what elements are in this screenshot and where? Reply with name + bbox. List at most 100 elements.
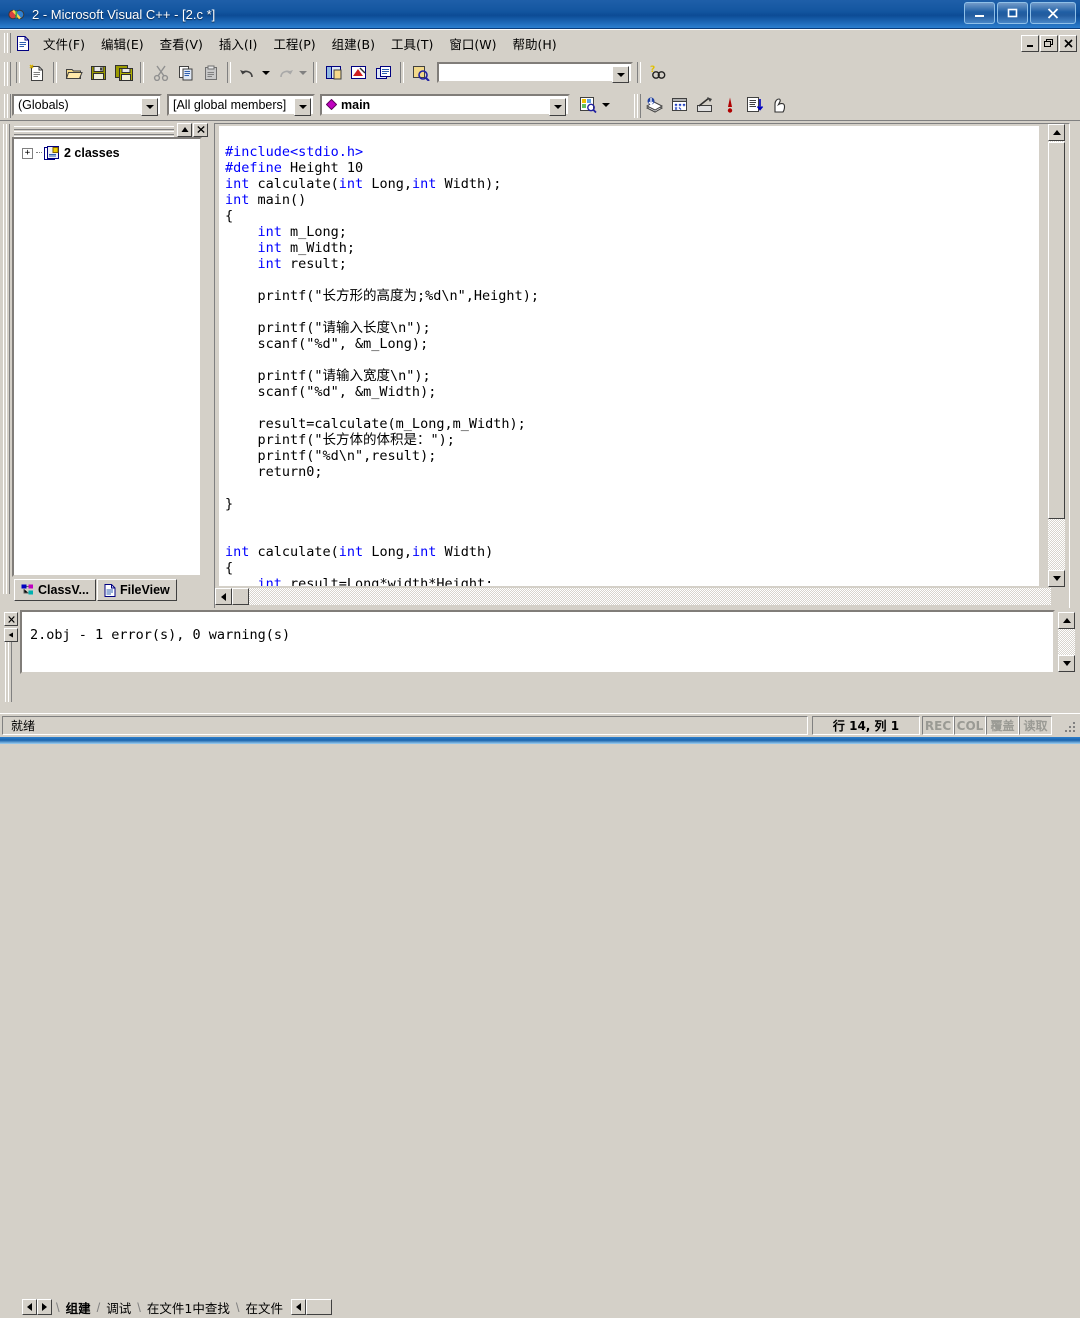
output-window-icon[interactable] bbox=[346, 61, 371, 85]
menu-item-build[interactable]: 组建(B) bbox=[325, 31, 382, 56]
hscroll-left-button[interactable] bbox=[215, 588, 232, 605]
output-tab-find-in-files-2[interactable]: 在文件 bbox=[240, 1298, 290, 1317]
workspace-splitter[interactable] bbox=[0, 121, 10, 608]
menu-item-tools[interactable]: 工具(T) bbox=[384, 31, 440, 56]
output-close-button[interactable] bbox=[4, 612, 18, 626]
code-editor[interactable]: #include<stdio.h> #define Height 10 int … bbox=[219, 126, 1039, 586]
insert-breakpoint-icon[interactable] bbox=[767, 93, 792, 117]
editor-vertical-scrollbar[interactable] bbox=[1048, 124, 1065, 587]
build-icon[interactable] bbox=[667, 93, 692, 117]
copy-icon[interactable] bbox=[173, 61, 198, 85]
status-message: 就绪 bbox=[2, 716, 808, 735]
fileview-icon bbox=[104, 583, 116, 597]
save-all-icon[interactable] bbox=[111, 61, 136, 85]
menu-drag-handle[interactable] bbox=[3, 33, 11, 53]
redo-icon[interactable] bbox=[272, 61, 297, 85]
stop-build-icon[interactable] bbox=[692, 93, 717, 117]
workspace-icon[interactable] bbox=[321, 61, 346, 85]
output-vscroll-down-button[interactable] bbox=[1058, 655, 1075, 672]
pane-close-button[interactable] bbox=[193, 122, 208, 137]
tab-classview[interactable]: ClassV... bbox=[14, 579, 96, 601]
mdi-minimize-button[interactable] bbox=[1021, 35, 1039, 52]
indicator-readonly: 读取 bbox=[1019, 716, 1052, 735]
indicator-rec: REC bbox=[922, 716, 954, 735]
tab-bar-scroll-button[interactable] bbox=[291, 1299, 307, 1315]
pane-dock-button[interactable] bbox=[177, 122, 192, 137]
vscroll-up-button[interactable] bbox=[1048, 124, 1065, 141]
globals-combo-arrow-icon[interactable] bbox=[141, 97, 158, 116]
tree-expander-icon[interactable]: + bbox=[22, 147, 33, 159]
tab-scroll-left-button[interactable] bbox=[22, 1299, 37, 1315]
tab-scroll-right-button[interactable] bbox=[37, 1299, 52, 1315]
find-input[interactable] bbox=[441, 64, 615, 81]
standard-toolbar-handle[interactable] bbox=[3, 62, 11, 86]
output-vertical-scrollbar[interactable] bbox=[1058, 612, 1075, 672]
output-text-area[interactable]: 2.obj - 1 error(s), 0 warning(s) bbox=[20, 610, 1055, 674]
editor-horizontal-scrollbar[interactable] bbox=[215, 588, 1051, 605]
find-combo-arrow-icon[interactable] bbox=[612, 66, 629, 83]
hscroll-thumb[interactable] bbox=[232, 588, 249, 605]
build-toolbar-handle[interactable] bbox=[633, 94, 641, 118]
cursor-position: 行 14, 列 1 bbox=[812, 716, 920, 735]
hscroll-trough[interactable] bbox=[249, 588, 1051, 605]
go-icon[interactable] bbox=[742, 93, 767, 117]
close-button[interactable] bbox=[1030, 2, 1076, 24]
menu-item-window[interactable]: 窗口(W) bbox=[442, 31, 503, 56]
restore-button[interactable] bbox=[997, 2, 1028, 24]
output-vscroll-up-button[interactable] bbox=[1058, 612, 1075, 629]
wizardbar-action-icon[interactable] bbox=[575, 93, 600, 117]
menu-item-insert[interactable]: 插入(I) bbox=[212, 31, 264, 56]
members-combo[interactable]: [All global members] bbox=[167, 93, 315, 116]
tree-connector bbox=[36, 152, 42, 154]
undo-dropdown-icon[interactable] bbox=[260, 61, 272, 85]
paste-icon[interactable] bbox=[198, 61, 223, 85]
vcpp-icon bbox=[8, 6, 25, 23]
menu-item-help[interactable]: 帮助(H) bbox=[506, 31, 564, 56]
new-document-icon[interactable] bbox=[24, 61, 49, 85]
pane-caption-grip[interactable] bbox=[14, 126, 174, 140]
cut-icon[interactable] bbox=[148, 61, 173, 85]
output-drag-handle[interactable] bbox=[4, 642, 12, 702]
menu-item-edit[interactable]: 编辑(E) bbox=[94, 31, 151, 56]
menu-items: 文件(F) 编辑(E) 查看(V) 插入(I) 工程(P) 组建(B) 工具(T… bbox=[14, 30, 565, 57]
members-combo-arrow-icon[interactable] bbox=[294, 97, 311, 116]
output-tab-build[interactable]: 组建 bbox=[60, 1298, 97, 1317]
menu-item-file[interactable]: 文件(F) bbox=[36, 31, 92, 56]
open-folder-icon[interactable] bbox=[61, 61, 86, 85]
globals-combo-value: (Globals) bbox=[18, 97, 69, 112]
document-icon bbox=[14, 34, 32, 54]
menu-item-view[interactable]: 查看(V) bbox=[153, 31, 210, 56]
tab-fileview[interactable]: FileView bbox=[96, 579, 177, 601]
output-tab-find-in-files-1[interactable]: 在文件1中查找 bbox=[141, 1298, 236, 1317]
find-help-icon[interactable]: ? bbox=[645, 61, 670, 85]
resize-grip[interactable] bbox=[1063, 720, 1077, 734]
mdi-close-button[interactable] bbox=[1059, 35, 1077, 52]
function-combo[interactable]: main bbox=[320, 93, 570, 116]
mdi-restore-button[interactable] bbox=[1040, 35, 1058, 52]
redo-dropdown-icon[interactable] bbox=[297, 61, 309, 85]
vcpp-main-window: 2 - Microsoft Visual C++ - [2.c *] 文件(F)… bbox=[0, 0, 1080, 1316]
minimize-button[interactable] bbox=[964, 2, 995, 24]
find-combo[interactable] bbox=[437, 62, 633, 83]
vscroll-thumb[interactable] bbox=[1048, 142, 1065, 519]
source-code[interactable]: #include<stdio.h> #define Height 10 int … bbox=[219, 140, 1039, 587]
output-vscroll-trough[interactable] bbox=[1058, 629, 1075, 655]
tab-bar-filler bbox=[306, 1299, 333, 1315]
wizardbar-toolbar: (Globals) [All global members] main bbox=[0, 89, 1080, 121]
wizardbar-dropdown-icon[interactable] bbox=[600, 93, 612, 117]
function-combo-arrow-icon[interactable] bbox=[549, 97, 566, 116]
tree-item-classes[interactable]: + 2 classes bbox=[22, 144, 200, 162]
save-icon[interactable] bbox=[86, 61, 111, 85]
menu-item-project[interactable]: 工程(P) bbox=[266, 31, 322, 56]
output-tab-debug[interactable]: 调试 bbox=[100, 1298, 137, 1317]
class-view-tree[interactable]: + 2 classes bbox=[12, 137, 202, 577]
execute-icon[interactable] bbox=[717, 93, 742, 117]
window-list-icon[interactable] bbox=[371, 61, 396, 85]
compile-icon[interactable] bbox=[642, 93, 667, 117]
output-scroll-up-button[interactable] bbox=[4, 628, 18, 642]
globals-combo[interactable]: (Globals) bbox=[12, 93, 162, 116]
wizardbar-drag-handle[interactable] bbox=[3, 94, 11, 118]
find-in-files-icon[interactable] bbox=[408, 61, 433, 85]
vscroll-down-button[interactable] bbox=[1048, 570, 1065, 587]
undo-icon[interactable] bbox=[235, 61, 260, 85]
